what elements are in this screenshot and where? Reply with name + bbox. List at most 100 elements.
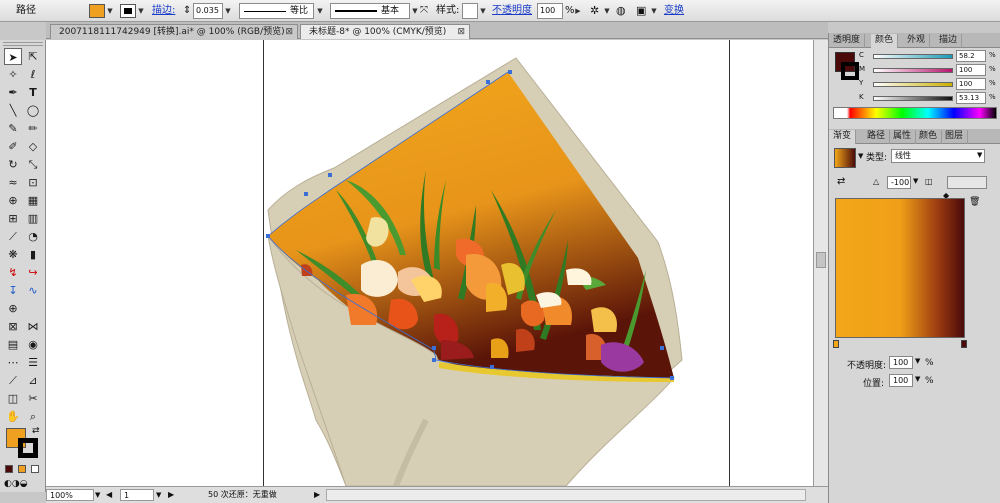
width-tool-icon[interactable]: ⋈ — [24, 318, 42, 335]
angle-dropdown-icon[interactable]: ▼ — [913, 177, 918, 185]
opacity-link[interactable]: 不透明度 — [492, 3, 532, 19]
scale-tool-icon[interactable]: ⤡ — [24, 156, 42, 173]
grid-tool-icon[interactable]: ▤ — [4, 336, 22, 353]
stroke-weight-field[interactable]: 0.035 — [193, 3, 223, 19]
lasso-tool-icon[interactable]: ℓ — [24, 66, 42, 83]
stop-opacity-field[interactable]: 100 — [889, 356, 913, 369]
blob-brush-tool-icon[interactable]: ✐ — [4, 138, 22, 155]
blend-tool-icon[interactable]: ◔ — [24, 228, 42, 245]
tab-color[interactable]: 颜色 — [871, 34, 899, 48]
channel-y-field[interactable]: 100 — [956, 78, 986, 90]
draw-mode-icon[interactable]: ◐◑◒ — [4, 479, 28, 489]
shape-builder-tool-icon[interactable]: ⊕ — [4, 192, 22, 209]
gradient-ramp[interactable] — [835, 198, 965, 338]
list-icon[interactable]: ☰ — [24, 354, 42, 371]
crosshair-icon[interactable]: ⊕ — [4, 300, 22, 317]
stroke-weight-dropdown-icon[interactable]: ▼ — [224, 3, 232, 19]
smooth-tool-icon[interactable]: ∿ — [24, 282, 42, 299]
first-page-icon[interactable]: ◀ — [106, 489, 112, 501]
stop-position-dropdown-icon[interactable]: ▼ — [915, 375, 920, 383]
opacity-dropdown-icon[interactable]: ▶ — [574, 3, 582, 19]
page-field[interactable]: 1 — [120, 489, 154, 501]
scroll-thumb[interactable] — [816, 252, 826, 268]
none-mode-icon[interactable] — [31, 465, 39, 473]
tab-attributes[interactable]: 属性 — [889, 130, 917, 144]
panel-grip[interactable] — [3, 42, 43, 46]
eyedropper-tool-icon[interactable]: ⟋ — [4, 228, 22, 245]
stop-position-field[interactable]: 100 — [889, 374, 913, 387]
symbol-sprayer-tool-icon[interactable]: ❋ — [4, 246, 22, 263]
channel-y-slider[interactable] — [873, 82, 953, 87]
bouquet-artwork[interactable] — [46, 40, 813, 486]
tab-transparency[interactable]: 透明度 — [829, 34, 866, 48]
close-icon[interactable]: ⊠ — [457, 25, 465, 39]
stroke-link[interactable]: 描边: — [152, 3, 175, 19]
eyedropper-icon[interactable]: ⟋ — [4, 372, 22, 389]
channel-m-slider[interactable] — [873, 68, 953, 73]
close-icon[interactable]: ⊠ — [285, 25, 293, 39]
free-transform-tool-icon[interactable]: ⊡ — [24, 174, 42, 191]
angle-field[interactable]: -100 — [887, 176, 911, 189]
brush-dropdown-icon[interactable]: ▼ — [411, 3, 419, 19]
tab-stroke[interactable]: 描边 — [935, 34, 963, 48]
color-mode-icon[interactable] — [5, 465, 13, 473]
anchor-point-blue-icon[interactable]: ↧ — [4, 282, 22, 299]
zoom-field[interactable]: 100% — [46, 489, 94, 501]
add-anchor-point-icon[interactable]: ↯ — [4, 264, 22, 281]
profile-dropdown-icon[interactable]: ▼ — [316, 3, 324, 19]
gradient-mode-icon[interactable] — [18, 465, 26, 473]
zoom-tool-icon[interactable]: ⌕ — [24, 408, 42, 425]
mesh-tool-icon[interactable]: ⊞ — [4, 210, 22, 227]
canvas[interactable] — [46, 40, 813, 486]
align-dropdown-icon[interactable]: ▼ — [650, 3, 658, 19]
measure-tool-icon[interactable]: ⊿ — [24, 372, 42, 389]
horizontal-scrollbar[interactable] — [326, 489, 806, 501]
gradient-tool-icon[interactable]: ▥ — [24, 210, 42, 227]
variable-width-profile[interactable]: 等比 — [239, 3, 314, 19]
eraser-tool-icon[interactable]: ◇ — [24, 138, 42, 155]
recolor-icon[interactable]: ✲ — [590, 3, 599, 19]
warp-tool-icon[interactable]: ≈ — [4, 174, 22, 191]
perspective-grid-tool-icon[interactable]: ▦ — [24, 192, 42, 209]
style-dropdown-icon[interactable]: ▼ — [479, 3, 487, 19]
align-icon[interactable]: ▣ — [636, 3, 646, 19]
delete-stop-icon[interactable]: 🗑 — [969, 197, 980, 207]
stroke-color-box[interactable] — [18, 438, 38, 458]
scatter-tool-icon[interactable]: ⋯ — [4, 354, 22, 371]
next-page-icon[interactable]: ▶ — [168, 489, 174, 501]
tab-color-2[interactable]: 颜色 — [915, 130, 943, 144]
swap-icon[interactable]: ⇄ — [32, 426, 40, 436]
slice-tool-icon[interactable]: ◫ — [4, 390, 22, 407]
status-menu-icon[interactable]: ▶ — [314, 489, 320, 501]
channel-m-field[interactable]: 100 — [956, 64, 986, 76]
column-graph-tool-icon[interactable]: ▮ — [24, 246, 42, 263]
line-tool-icon[interactable]: ╲ — [4, 102, 22, 119]
tab-document-1[interactable]: 2007118111742949 [转换].ai* @ 100% (RGB/预览… — [50, 24, 298, 39]
stroke-swatch[interactable] — [120, 4, 136, 18]
brush-definition[interactable]: 基本 — [330, 3, 410, 19]
twirl-tool-icon[interactable]: ◉ — [24, 336, 42, 353]
tab-document-2[interactable]: 未标题-8* @ 100% (CMYK/预览) ⊠ — [300, 24, 470, 39]
zoom-dropdown-icon[interactable]: ▼ — [95, 489, 100, 501]
style-swatch[interactable] — [462, 3, 478, 19]
artboard-tool-icon[interactable]: ⊠ — [4, 318, 22, 335]
pencil-tool-icon[interactable]: ✏ — [24, 120, 42, 137]
tab-layers[interactable]: 图层 — [941, 130, 969, 144]
type-select[interactable]: 线性 — [891, 149, 985, 163]
selection-tool-icon[interactable]: ➤ — [4, 48, 22, 65]
magic-wand-tool-icon[interactable]: ✧ — [4, 66, 22, 83]
type-tool-icon[interactable]: T — [24, 84, 42, 101]
gradient-stop-start[interactable] — [833, 340, 839, 348]
channel-c-field[interactable]: 58.2 — [956, 50, 986, 62]
fill-dropdown-icon[interactable]: ▼ — [106, 3, 114, 19]
scissors-tool-icon[interactable]: ✂ — [24, 390, 42, 407]
expand-icon[interactable]: ⤧ — [420, 3, 428, 19]
transform-link[interactable]: 变换 — [664, 3, 684, 19]
globe-icon[interactable]: ◍ — [616, 3, 626, 19]
hand-tool-icon[interactable]: ✋ — [4, 408, 22, 425]
stop-opacity-dropdown-icon[interactable]: ▼ — [915, 357, 920, 365]
channel-k-field[interactable]: 53.13 — [956, 92, 986, 104]
page-dropdown-icon[interactable]: ▼ — [156, 489, 161, 501]
pen-tool-icon[interactable]: ✒ — [4, 84, 22, 101]
paintbrush-tool-icon[interactable]: ✎ — [4, 120, 22, 137]
